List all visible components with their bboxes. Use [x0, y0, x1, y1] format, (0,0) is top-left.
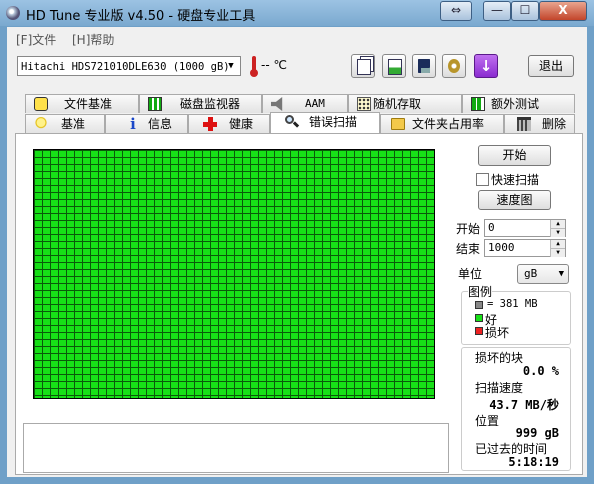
maximize-button[interactable]: ☐	[511, 1, 539, 21]
minimize-button[interactable]: —	[483, 1, 511, 21]
menu-help[interactable]: [H]帮助	[72, 31, 114, 48]
start-scan-button[interactable]: 开始	[478, 145, 551, 166]
disk-monitor-icon	[148, 97, 162, 111]
end-spinbox[interactable]: 1000 ▲ ▼	[484, 239, 566, 257]
block-map	[33, 149, 435, 399]
health-cross-icon	[203, 117, 217, 131]
scan-speed-value: 43.7 MB/秒	[489, 398, 559, 412]
legend-bad-label: 损坏	[485, 326, 510, 340]
scan-speed-label: 扫描速度	[475, 381, 524, 395]
magnifier-icon	[285, 115, 300, 129]
damaged-blocks-label: 损坏的块	[475, 351, 524, 365]
start-spinbox[interactable]: 0 ▲ ▼	[484, 219, 566, 237]
scan-log-box[interactable]	[23, 423, 449, 473]
save-icon	[418, 59, 430, 73]
tab-disk-monitor[interactable]: 磁盘监视器	[139, 94, 262, 113]
client-area: [F]文件 [H]帮助 Hitachi HDS721010DLE630 (100…	[7, 27, 587, 477]
tab-benchmark[interactable]: 基准	[25, 114, 105, 133]
spin-up-icon[interactable]: ▲	[550, 220, 565, 228]
thermometer-icon	[250, 56, 258, 78]
start-value: 0	[488, 221, 495, 234]
legend-good-swatch	[475, 314, 483, 322]
start-label: 开始	[456, 222, 481, 236]
tab-error-scan[interactable]: 错误扫描	[270, 112, 380, 133]
position-label: 位置	[475, 414, 500, 428]
tab-folder-usage[interactable]: 文件夹占用率	[380, 114, 504, 133]
toolbar: Hitachi HDS721010DLE630 (1000 gB) ▼ -- ℃…	[7, 49, 587, 89]
close-button[interactable]: X	[539, 1, 587, 21]
speaker-icon	[271, 97, 283, 111]
unit-select[interactable]: gB ▼	[517, 264, 569, 284]
tab-row-top: 文件基准 磁盘监视器 AAM 随机存取 额外测试	[25, 94, 575, 113]
drive-select[interactable]: Hitachi HDS721010DLE630 (1000 gB) ▼	[17, 56, 241, 76]
spin-up-icon[interactable]: ▲	[550, 240, 565, 248]
tab-extra-tests[interactable]: 额外测试	[462, 94, 575, 113]
chevron-down-icon: ▼	[228, 61, 234, 71]
tab-erase[interactable]: 删除	[504, 114, 575, 133]
download-icon: ↓	[479, 57, 493, 75]
spin-down-icon[interactable]: ▼	[550, 248, 565, 257]
elapsed-time-value: 5:18:19	[508, 455, 559, 469]
trash-icon	[517, 117, 531, 131]
copy-text-icon	[357, 59, 371, 75]
chevron-down-icon: ▼	[558, 269, 564, 279]
menu-file[interactable]: [F]文件	[16, 31, 56, 48]
lightbulb-icon	[34, 117, 48, 131]
end-label: 结束	[456, 242, 481, 256]
tab-info[interactable]: i 信息	[105, 114, 188, 133]
tab-file-benchmark[interactable]: 文件基准	[25, 94, 139, 113]
extra-tests-icon	[471, 97, 485, 111]
end-value: 1000	[488, 241, 515, 254]
tab-row-bottom: 基准 i 信息 健康 错误扫描 文件夹占用率 删除	[25, 112, 575, 133]
copy-screen-button[interactable]	[382, 54, 406, 78]
block-map-cells	[34, 150, 434, 398]
resize-button[interactable]: ⇔	[440, 1, 472, 21]
unit-label: 单位	[458, 267, 483, 281]
title-bar: HD Tune 专业版 v4.50 - 硬盘专业工具 ⇔ — ☐ X	[0, 0, 594, 26]
quick-scan-label: 快速扫描	[491, 173, 540, 187]
random-access-icon	[357, 97, 371, 111]
tab-aam[interactable]: AAM	[262, 94, 348, 113]
window-title: HD Tune 专业版 v4.50 - 硬盘专业工具	[26, 9, 256, 24]
unit-select-value: gB	[524, 267, 538, 280]
temperature-readout: -- ℃	[261, 58, 287, 72]
tab-random-access[interactable]: 随机存取	[348, 94, 462, 113]
spin-down-icon[interactable]: ▼	[550, 228, 565, 237]
save-button[interactable]	[412, 54, 436, 78]
position-value: 999 gB	[515, 426, 559, 440]
file-benchmark-icon	[34, 97, 48, 111]
legend-block-size: = 381 MB	[487, 298, 538, 310]
tab-health[interactable]: 健康	[188, 114, 270, 133]
drive-select-value: Hitachi HDS721010DLE630 (1000 gB)	[21, 61, 230, 73]
app-window: HD Tune 专业版 v4.50 - 硬盘专业工具 ⇔ — ☐ X [F]文件…	[0, 0, 594, 484]
folder-icon	[391, 118, 405, 130]
damaged-blocks-value: 0.0 %	[522, 364, 559, 378]
copy-text-button[interactable]	[351, 54, 375, 78]
options-icon	[448, 59, 460, 73]
copy-screen-icon	[388, 59, 402, 75]
download-button[interactable]: ↓	[474, 54, 498, 78]
hd-tune-app-icon	[6, 6, 20, 20]
legend-block-swatch	[475, 301, 483, 309]
speed-map-button[interactable]: 速度图	[478, 190, 551, 210]
exit-button[interactable]: 退出	[528, 55, 574, 77]
info-icon: i	[130, 115, 136, 133]
quick-scan-checkbox[interactable]	[476, 173, 489, 186]
legend-bad-swatch	[475, 327, 483, 335]
options-button[interactable]	[442, 54, 466, 78]
menu-bar: [F]文件 [H]帮助	[7, 27, 587, 49]
